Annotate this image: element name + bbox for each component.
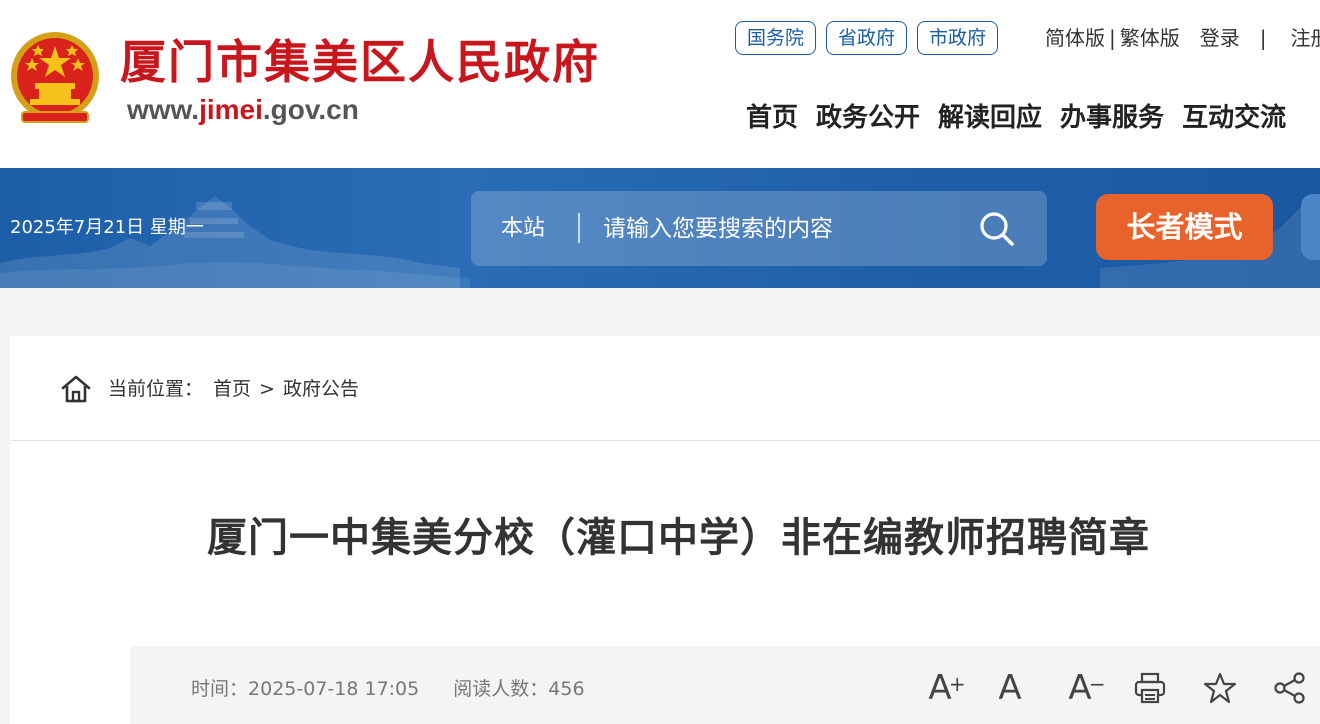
site-url-highlight: jimei <box>199 94 263 125</box>
views-value: 456 <box>548 678 585 700</box>
gov-link-city[interactable]: 市政府 <box>917 21 999 55</box>
font-normal-icon: A <box>998 668 1022 708</box>
print-icon <box>1134 672 1166 704</box>
search-input[interactable] <box>603 209 963 249</box>
article-tools: A + A A − <box>922 668 1308 708</box>
search-band: 2025年7月21日 星期一 本站 长者模式 <box>0 168 1320 288</box>
nav-item-home[interactable]: 首页 <box>746 98 798 138</box>
top-utility-links: 简体版 | 繁体版 登录 | 注册 <box>1045 24 1320 52</box>
login-separator: | <box>1259 26 1267 50</box>
site-url-prefix: www. <box>127 94 200 125</box>
national-emblem-icon <box>11 32 99 123</box>
breadcrumb-label: 当前位置： <box>108 378 204 400</box>
star-icon <box>1203 672 1237 704</box>
breadcrumb-current-link[interactable]: 政府公告 <box>283 375 359 403</box>
font-increase-button[interactable]: A + <box>922 668 965 708</box>
gov-links: 国务院 省政府 市政府 <box>735 21 999 55</box>
search-scope-selector[interactable]: 本站 <box>501 215 545 243</box>
home-icon[interactable] <box>60 374 92 404</box>
site-url-suffix: .gov.cn <box>262 94 359 125</box>
article-meta-bar: 时间：2025-07-18 17:05 阅读人数：456 A + A A − <box>130 646 1320 724</box>
site-title: 厦门市集美区人民政府 <box>120 35 600 89</box>
font-decrease-icon: A − <box>1068 668 1105 708</box>
breadcrumb: 当前位置： 首页 > 政府公告 <box>60 374 359 404</box>
lang-separator: | <box>1109 26 1116 50</box>
breadcrumb-divider <box>10 440 1320 441</box>
print-button[interactable] <box>1132 668 1168 708</box>
traditional-chinese-link[interactable]: 繁体版 <box>1120 24 1180 52</box>
font-decrease-sign: − <box>1088 672 1106 696</box>
article-container: 当前位置： 首页 > 政府公告 厦门一中集美分校（灌口中学）非在编教师招聘简章 … <box>10 336 1320 724</box>
article-title: 厦门一中集美分校（灌口中学）非在编教师招聘简章 <box>207 515 1150 561</box>
gov-link-province[interactable]: 省政府 <box>826 21 908 55</box>
gov-link-state-council[interactable]: 国务院 <box>735 21 817 55</box>
nav-item-gov-affairs[interactable]: 政务公开 <box>816 98 920 138</box>
login-link[interactable]: 登录 <box>1200 24 1240 52</box>
breadcrumb-separator: > <box>259 378 275 400</box>
site-url: www.jimei.gov.cn <box>127 94 359 126</box>
nav-item-interaction[interactable]: 互动交流 <box>1182 98 1286 138</box>
publish-time-label: 时间： <box>191 678 249 700</box>
current-date: 2025年7月21日 星期一 <box>10 217 204 238</box>
share-button[interactable] <box>1272 668 1308 708</box>
favorite-button[interactable] <box>1202 668 1238 708</box>
publish-time-value: 2025-07-18 17:05 <box>248 678 420 700</box>
site-header: 厦门市集美区人民政府 www.jimei.gov.cn 国务院 省政府 市政府 … <box>0 0 1320 168</box>
font-increase-icon: A + <box>928 668 965 708</box>
search-divider <box>578 213 580 243</box>
font-normal-button[interactable]: A <box>992 668 1028 708</box>
nav-item-interpretation[interactable]: 解读回应 <box>938 98 1042 138</box>
band-side-button[interactable] <box>1301 194 1320 260</box>
nav-item-services[interactable]: 办事服务 <box>1060 98 1164 138</box>
simplified-chinese-link[interactable]: 简体版 <box>1045 24 1105 52</box>
main-nav: 首页 政务公开 解读回应 办事服务 互动交流 <box>746 98 1286 138</box>
share-icon <box>1274 672 1305 704</box>
article-meta: 时间：2025-07-18 17:05 阅读人数：456 <box>191 675 585 703</box>
font-decrease-button[interactable]: A − <box>1062 668 1105 708</box>
breadcrumb-home-link[interactable]: 首页 <box>213 375 251 403</box>
search-icon[interactable] <box>977 209 1017 249</box>
search-box: 本站 <box>471 191 1047 266</box>
font-increase-sign: + <box>948 672 966 696</box>
elder-mode-button[interactable]: 长者模式 <box>1096 194 1273 260</box>
views-label: 阅读人数： <box>453 678 549 700</box>
register-link[interactable]: 注册 <box>1291 24 1320 52</box>
